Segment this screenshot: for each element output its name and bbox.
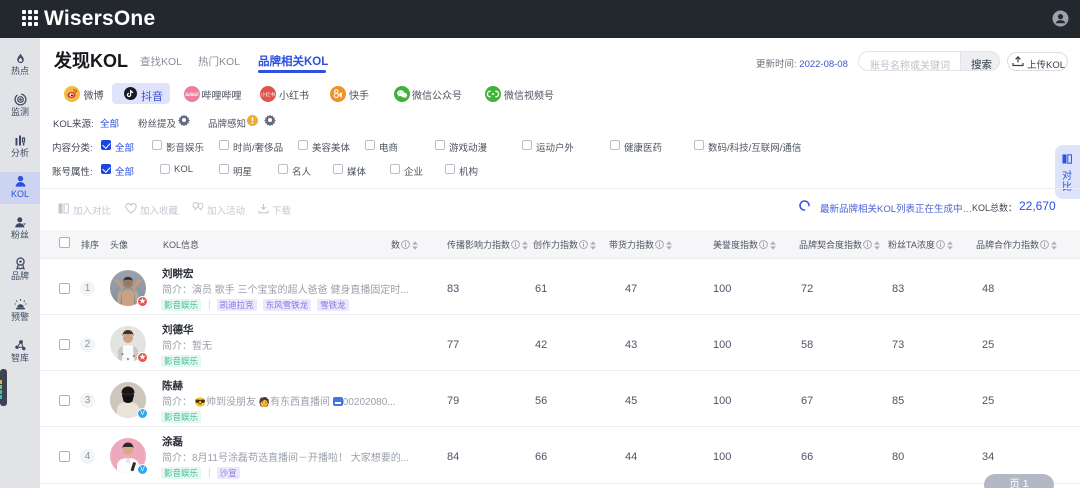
svg-text:小红书: 小红书 [260, 90, 275, 97]
svg-text:bilibili: bilibili [185, 92, 199, 97]
